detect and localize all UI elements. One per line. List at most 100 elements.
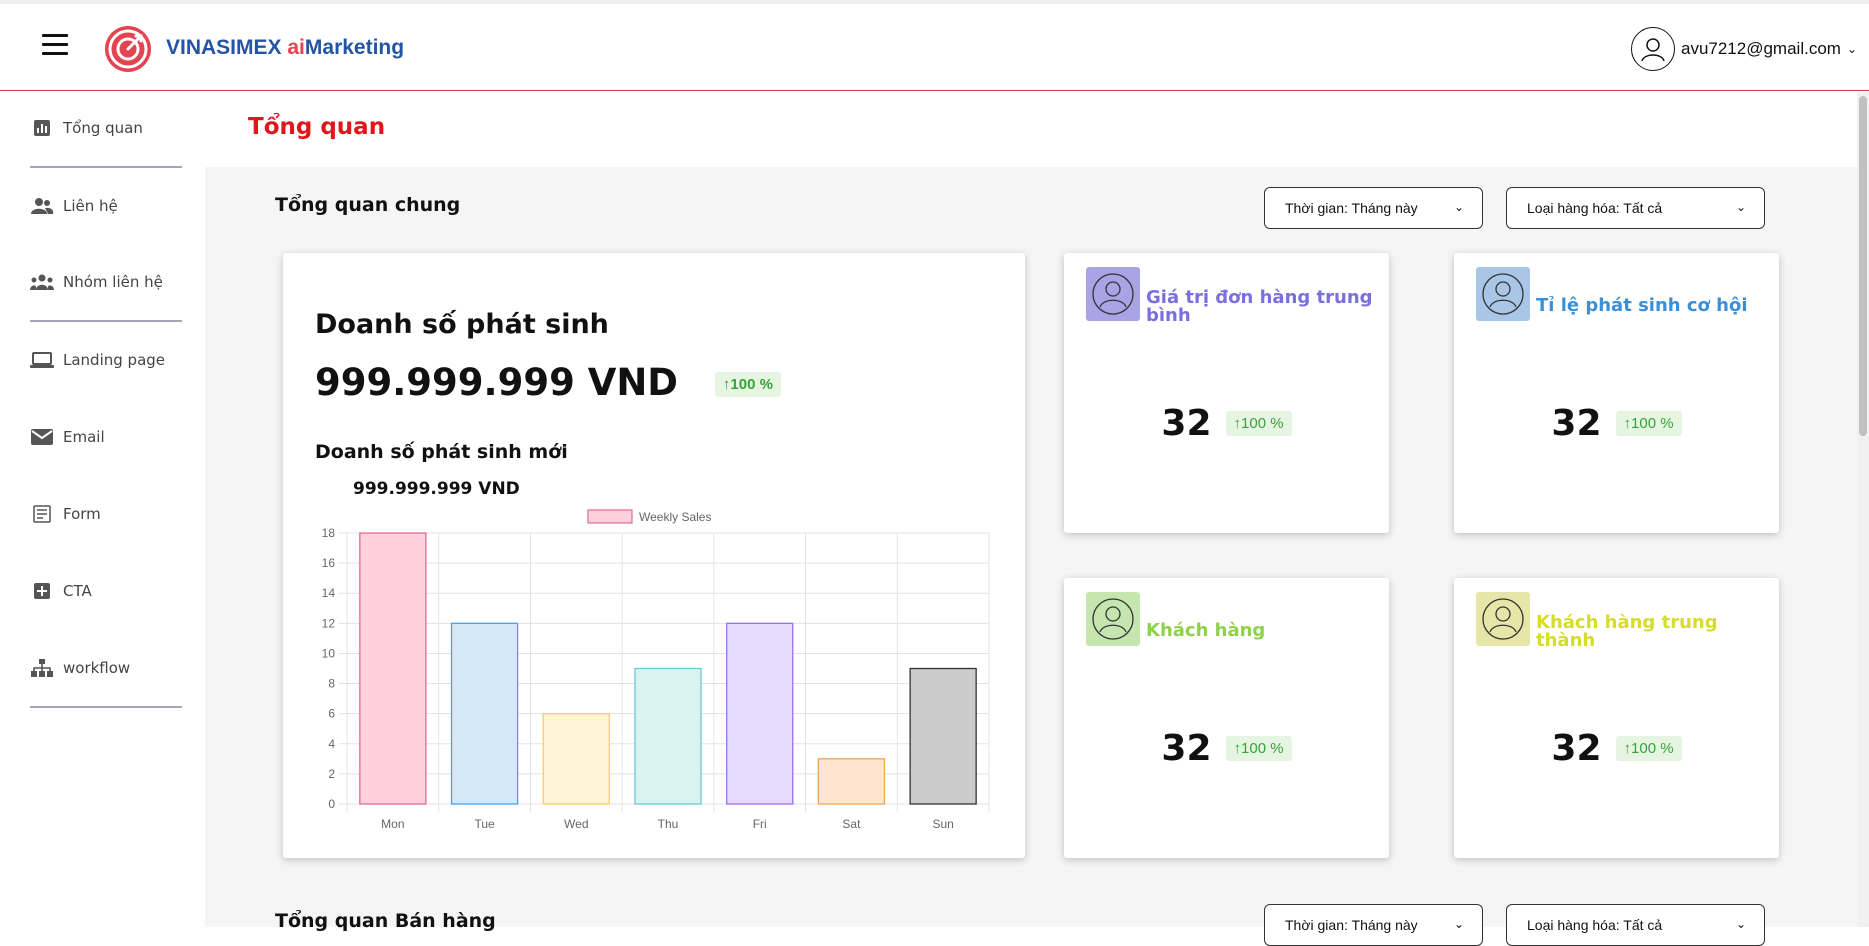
stat-title: Khách hàng trung thành xyxy=(1536,612,1718,651)
bar-wed xyxy=(542,713,610,805)
bar-tue xyxy=(450,622,519,805)
legend-swatch xyxy=(587,509,633,524)
user-avatar-icon xyxy=(1476,592,1530,646)
stat-card-customers: Khách hàng 32 ↑ 100 % xyxy=(1064,578,1389,858)
x-tick-label: Wed xyxy=(564,817,588,831)
user-avatar-icon xyxy=(1086,267,1140,321)
stat-title: Khách hàng xyxy=(1146,620,1266,641)
top-header: VINASIMEX aiMarketing avu7212@gmail.com … xyxy=(0,4,1869,91)
sidebar-item-email[interactable]: Email xyxy=(30,427,105,447)
sidebar-divider xyxy=(30,320,182,322)
sidebar-item-workflow[interactable]: workflow xyxy=(30,658,130,678)
change-badge: ↑ 100 % xyxy=(1615,736,1682,761)
weekly-sales-chart: Weekly Sales 0 2 4 6 8 10 12 14 16 18 Mon Tue Wed Thu F… xyxy=(322,509,990,831)
user-menu[interactable]: avu7212@gmail.com ⌄ xyxy=(1630,26,1857,72)
revenue-card: Doanh số phát sinh 999.999.999 VND ↑ 100 … xyxy=(283,253,1025,858)
stat-body: 32 ↑ 100 % xyxy=(1064,728,1389,769)
bar-mon xyxy=(359,532,427,805)
legend-label: Weekly Sales xyxy=(639,510,711,524)
sidebar-item-label: Tổng quan xyxy=(63,119,143,137)
user-email: avu7212@gmail.com xyxy=(1680,39,1841,58)
stat-title: Giá trị đơn hàng trung bình xyxy=(1146,287,1373,326)
sales-time-filter-select[interactable]: Thời gian: Tháng này ⌄ xyxy=(1264,904,1483,946)
stat-body: 32 ↑ 100 % xyxy=(1064,403,1389,444)
change-value: 100 % xyxy=(1631,740,1674,757)
sidebar-item-label: Nhóm liên hệ xyxy=(63,273,163,291)
workflow-icon xyxy=(30,658,54,678)
bar-sun xyxy=(909,667,977,805)
change-badge: ↑ 100 % xyxy=(1225,411,1292,436)
sidebar-item-landing-page[interactable]: Landing page xyxy=(30,350,165,370)
laptop-icon xyxy=(30,350,54,370)
time-filter-value: Thời gian: Tháng này xyxy=(1285,917,1418,933)
mail-icon xyxy=(30,427,54,447)
y-tick-label: 8 xyxy=(328,677,335,691)
stat-card-avg-order: Giá trị đơn hàng trung bình 32 ↑ 100 % xyxy=(1064,253,1389,533)
user-avatar-icon xyxy=(1630,27,1675,71)
contacts-icon xyxy=(30,196,54,216)
chevron-down-icon: ⌄ xyxy=(1453,917,1464,931)
x-tick-label: Tue xyxy=(474,817,495,831)
form-icon xyxy=(30,504,54,524)
stat-value: 32 xyxy=(1551,403,1602,444)
stat-title: Tỉ lệ phát sinh cơ hội xyxy=(1536,295,1748,316)
page-title: Tổng quan xyxy=(248,114,386,140)
stat-body: 32 ↑ 100 % xyxy=(1454,403,1779,444)
sidebar-item-form[interactable]: Form xyxy=(30,504,101,524)
sidebar-divider xyxy=(30,706,182,708)
sidebar-divider xyxy=(30,166,182,168)
stat-value: 32 xyxy=(1551,728,1602,769)
sidebar-item-cta[interactable]: CTA xyxy=(30,581,92,601)
y-tick-label: 0 xyxy=(328,797,335,811)
arrow-up-icon: ↑ xyxy=(1233,415,1242,432)
sales-goods-filter-select[interactable]: Loại hàng hóa: Tất cả ⌄ xyxy=(1506,904,1765,946)
brand-logo-icon xyxy=(105,26,151,72)
x-tick-label: Mon xyxy=(381,817,404,831)
change-value: 100 % xyxy=(1631,415,1674,432)
stat-value: 32 xyxy=(1161,403,1212,444)
y-tick-label: 12 xyxy=(322,616,336,630)
sidebar-item-label: Landing page xyxy=(63,351,166,369)
title-bar: Tổng quan xyxy=(205,92,1869,167)
sales-section-title: Tổng quan Bán hàng xyxy=(275,910,496,932)
sidebar-item-label: workflow xyxy=(63,659,131,677)
sidebar-item-label: CTA xyxy=(63,582,92,600)
chevron-down-icon: ⌄ xyxy=(1735,200,1746,214)
overview-section-title: Tổng quan chung xyxy=(275,194,461,216)
y-tick-label: 16 xyxy=(322,556,336,570)
main-content: Tổng quan Tổng quan chung Thời gian: Thá… xyxy=(205,92,1869,946)
sidebar-item-label: Liên hệ xyxy=(63,197,118,215)
sidebar-item-overview[interactable]: Tổng quan xyxy=(30,118,143,138)
user-avatar-icon xyxy=(1086,592,1140,646)
page-scrollbar[interactable] xyxy=(1857,92,1869,927)
y-tick-label: 18 xyxy=(322,526,336,540)
y-tick-label: 6 xyxy=(328,707,335,721)
goods-filter-select[interactable]: Loại hàng hóa: Tất cả ⌄ xyxy=(1506,187,1765,229)
chevron-down-icon: ⌄ xyxy=(1735,917,1746,931)
bar-chart-icon xyxy=(30,118,54,138)
brand-text: VINASIMEX xyxy=(166,36,282,59)
y-tick-label: 14 xyxy=(322,586,336,600)
menu-toggle-icon[interactable] xyxy=(42,34,68,56)
bar-fri xyxy=(726,622,794,805)
sidebar-item-label: Form xyxy=(63,505,101,523)
stat-card-opportunity-rate: Tỉ lệ phát sinh cơ hội 32 ↑ 100 % xyxy=(1454,253,1779,533)
x-tick-label: Fri xyxy=(753,817,767,831)
x-tick-label: Thu xyxy=(658,817,679,831)
arrow-up-icon: ↑ xyxy=(1623,740,1632,757)
scrollbar-thumb[interactable] xyxy=(1859,96,1867,436)
brand-ai-text: ai xyxy=(287,36,305,59)
sidebar-item-contacts[interactable]: Liên hệ xyxy=(30,196,118,216)
time-filter-select[interactable]: Thời gian: Tháng này ⌄ xyxy=(1264,187,1483,229)
sidebar-item-contact-groups[interactable]: Nhóm liên hệ xyxy=(30,272,163,292)
goods-filter-value: Loại hàng hóa: Tất cả xyxy=(1527,200,1663,216)
goods-filter-value: Loại hàng hóa: Tất cả xyxy=(1527,917,1663,933)
chevron-down-icon: ⌄ xyxy=(1453,200,1464,214)
arrow-up-icon: ↑ xyxy=(1233,740,1242,757)
user-avatar-icon xyxy=(1476,267,1530,321)
y-tick-label: 4 xyxy=(328,737,335,751)
stat-value: 32 xyxy=(1161,728,1212,769)
change-badge: ↑ 100 % xyxy=(1225,736,1292,761)
stat-card-loyal-customers: Khách hàng trung thành 32 ↑ 100 % xyxy=(1454,578,1779,858)
brand-name[interactable]: VINASIMEX aiMarketing xyxy=(166,36,404,60)
